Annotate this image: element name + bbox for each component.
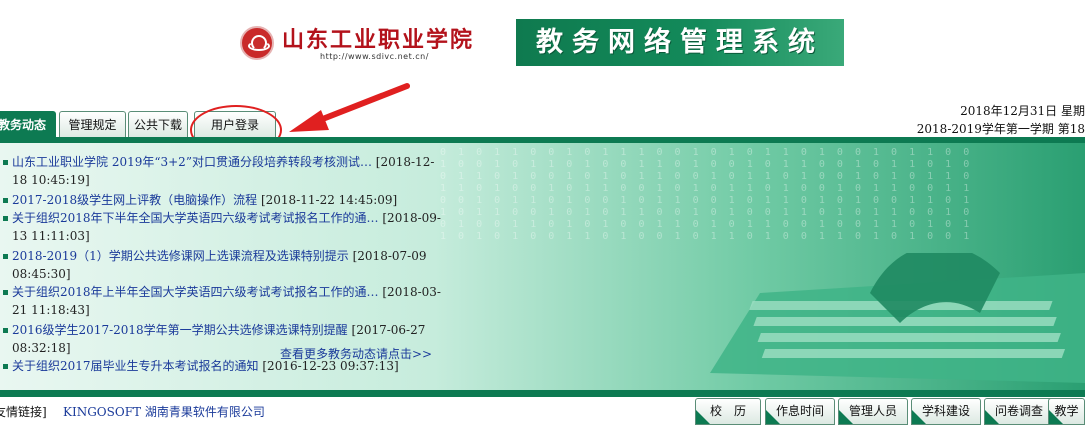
keyboard-illustration-icon [710, 253, 1085, 383]
current-date: 2018年12月31日 星期 [960, 104, 1085, 118]
footer-tab-survey[interactable]: 问卷调查 [984, 398, 1054, 425]
system-title-banner: 教务网络管理系统 [516, 19, 844, 66]
news-list: 山东工业职业学院 2019年“3+2”对口贯通分段培养转段考核测试… [2018… [0, 153, 445, 375]
current-term: 2018-2019学年第一学期 第18 [916, 122, 1085, 136]
news-title[interactable]: 山东工业职业学院 2019年“3+2”对口贯通分段培养转段考核测试… [12, 155, 372, 169]
news-item[interactable]: 关于组织2018年下半年全国大学英语四六级考试考试报名工作的通… [2018-0… [0, 209, 445, 245]
footer-tab-label: 教学 [1054, 404, 1079, 418]
tab-public-download[interactable]: 公共下载 [128, 111, 188, 138]
school-logo: 山东工业职业学院 http://www.sdivc.net.cn/ [238, 22, 488, 66]
footer-tab-calendar[interactable]: 校 历 [695, 398, 761, 425]
footer-divider [0, 390, 1085, 397]
news-item[interactable]: 山东工业职业学院 2019年“3+2”对口贯通分段培养转段考核测试… [2018… [0, 153, 445, 189]
footer-tab-label: 管理人员 [848, 404, 897, 418]
footer-tab-label: 校 历 [709, 404, 746, 418]
footer-tab-staff[interactable]: 管理人员 [838, 398, 908, 425]
news-item[interactable]: 关于组织2018年上半年全国大学英语四六级考试考试报名工作的通… [2018-0… [0, 283, 445, 319]
friend-link-kingosoft[interactable]: KINGOSOFT 湖南青果软件有限公司 [63, 403, 265, 420]
school-name: 山东工业职业学院 [282, 27, 475, 53]
news-title[interactable]: 2017-2018级学生网上评教（电脑操作）流程 [12, 193, 257, 207]
more-news-link[interactable]: 查看更多教务动态请点击>> [280, 345, 432, 362]
news-title[interactable]: 2018-2019（1）学期公共选修课网上选课流程及选课特别提示 [12, 249, 349, 263]
footer-tab-label: 作息时间 [775, 404, 824, 418]
news-title[interactable]: 关于组织2017届毕业生专升本考试报名的通知 [12, 359, 259, 373]
tab-news[interactable]: 教务动态 [0, 111, 56, 138]
school-seal-icon [240, 26, 274, 60]
friend-links-label: 友情链接] [0, 405, 47, 419]
date-info: 2018年12月31日 星期 2018-2019学年第一学期 第18 [900, 102, 1085, 138]
footer-tab-discipline[interactable]: 学科建设 [911, 398, 981, 425]
footer-tab-schedule[interactable]: 作息时间 [765, 398, 835, 425]
news-title[interactable]: 关于组织2018年下半年全国大学英语四六级考试考试报名工作的通… [12, 211, 379, 225]
footer-tab-label: 学科建设 [921, 404, 970, 418]
footer-tab-label: 问卷调查 [994, 404, 1043, 418]
annotation-arrow-icon [289, 83, 410, 132]
tab-rules[interactable]: 管理规定 [59, 111, 126, 138]
school-url: http://www.sdivc.net.cn/ [320, 52, 429, 61]
news-date: [2018-11-22 14:45:09] [260, 193, 398, 207]
footer-tab-teaching[interactable]: 教学 [1048, 398, 1085, 425]
news-item[interactable]: 2017-2018级学生网上评教（电脑操作）流程 [2018-11-22 14:… [0, 191, 445, 209]
news-item[interactable]: 2018-2019（1）学期公共选修课网上选课流程及选课特别提示 [2018-0… [0, 247, 445, 283]
news-panel: 0 1 0 1 1 0 0 1 0 1 1 1 0 0 1 0 1 0 1 1 … [0, 143, 1085, 390]
binary-background: 0 1 0 1 1 0 0 1 0 1 1 1 0 0 1 0 1 0 1 1 … [440, 147, 973, 242]
news-title[interactable]: 关于组织2018年上半年全国大学英语四六级考试考试报名工作的通… [12, 285, 379, 299]
news-title[interactable]: 2016级学生2017-2018学年第一学期公共选修课选课特别提醒 [12, 323, 348, 337]
